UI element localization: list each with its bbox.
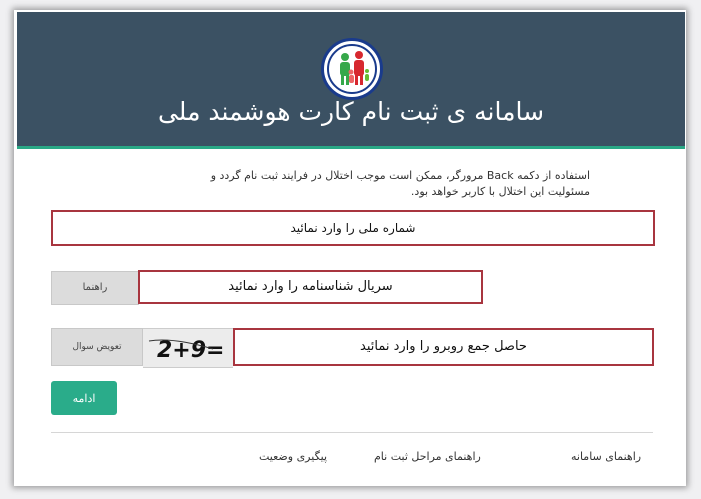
footer-divider	[51, 432, 653, 433]
captcha-expression-icon: 2+9=	[148, 338, 224, 363]
registration-card: سامانه ی ثبت نام کارت هوشمند ملی استفاده…	[14, 10, 686, 486]
captcha-answer-field[interactable]: حاصل جمع روبرو را وارد نمائید	[233, 328, 654, 366]
change-question-label: تعویض سوال	[72, 342, 122, 352]
help-label: راهنما	[82, 282, 108, 293]
national-id-placeholder: شماره ملی را وارد نمائید	[290, 221, 416, 235]
captcha-text: 2+9=	[157, 338, 224, 363]
help-button[interactable]: راهنما	[51, 271, 139, 305]
id-serial-placeholder: سریال شناسنامه را وارد نمائید	[228, 279, 393, 294]
footer-link-status-tracking[interactable]: پیگیری وضعیت	[259, 450, 327, 463]
change-question-button[interactable]: تعویض سوال	[51, 328, 143, 366]
footer-link-system-guide[interactable]: راهنمای سامانه	[571, 450, 641, 463]
id-serial-field[interactable]: سریال شناسنامه را وارد نمائید	[138, 270, 483, 304]
family-emblem-icon	[321, 38, 383, 100]
footer-link-registration-steps[interactable]: راهنمای مراحل ثبت نام	[374, 450, 481, 463]
back-button-warning: استفاده از دکمه Back مرورگر، ممکن است مو…	[210, 169, 590, 198]
continue-button[interactable]: ادامه	[51, 381, 117, 415]
national-id-field[interactable]: شماره ملی را وارد نمائید	[51, 210, 655, 246]
captcha-image: 2+9=	[143, 328, 233, 368]
page-title: سامانه ی ثبت نام کارت هوشمند ملی	[157, 97, 545, 126]
captcha-answer-placeholder: حاصل جمع روبرو را وارد نمائید	[360, 339, 527, 354]
header: سامانه ی ثبت نام کارت هوشمند ملی	[17, 12, 685, 149]
